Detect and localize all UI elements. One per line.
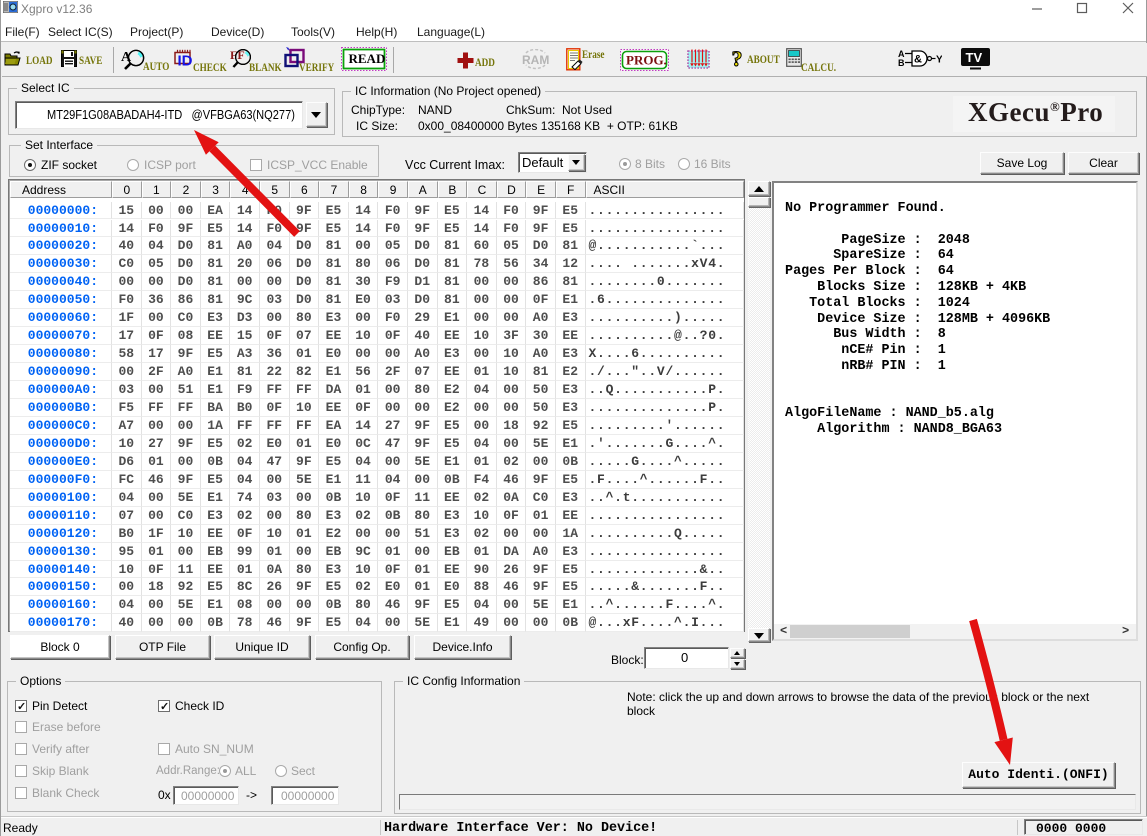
svg-text:RAM: RAM [522,53,549,67]
svg-text:PROG.: PROG. [626,53,667,68]
svg-text:READ: READ [349,51,386,66]
svg-text:TV: TV [966,50,983,65]
svg-text:B: B [898,58,905,67]
svg-text:A: A [121,50,132,65]
svg-text:Y: Y [936,55,942,66]
svg-text:ID: ID [178,53,193,68]
svg-text:?: ? [732,48,743,69]
svg-text:&: & [914,54,922,66]
